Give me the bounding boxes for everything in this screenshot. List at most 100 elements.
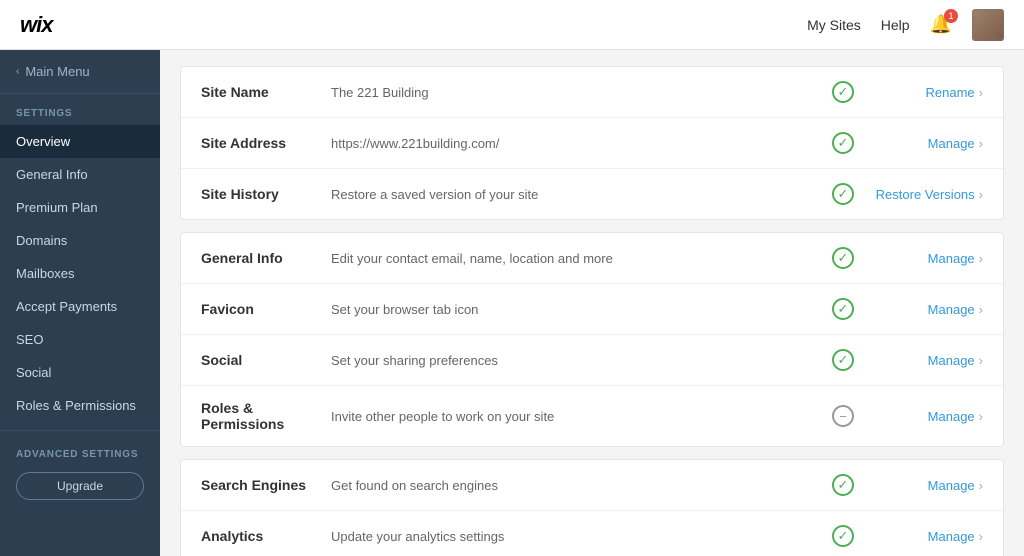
table-row: Site History Restore a saved version of … (181, 169, 1003, 219)
sidebar-item-premium-plan[interactable]: Premium Plan (0, 191, 160, 224)
row-desc: Edit your contact email, name, location … (331, 251, 823, 266)
my-sites-link[interactable]: My Sites (807, 17, 861, 33)
main-menu-item[interactable]: ‹ Main Menu (0, 50, 160, 94)
row-action: Manage › (863, 529, 983, 544)
status-icon: ✓ (823, 474, 863, 496)
row-desc: Invite other people to work on your site (331, 409, 823, 424)
row-desc: https://www.221building.com/ (331, 136, 823, 151)
check-icon: ✓ (832, 349, 854, 371)
table-row: Social Set your sharing preferences ✓ Ma… (181, 335, 1003, 386)
wix-logo: wix (20, 12, 52, 38)
nav-left: wix (20, 12, 52, 38)
row-action: Manage › (863, 251, 983, 266)
row-desc: Set your sharing preferences (331, 353, 823, 368)
row-title: Site Address (201, 135, 331, 151)
sidebar-item-seo[interactable]: SEO (0, 323, 160, 356)
chevron-right-icon: › (979, 85, 983, 100)
sidebar-item-domains[interactable]: Domains (0, 224, 160, 257)
row-desc: Update your analytics settings (331, 529, 823, 544)
status-icon: ✓ (823, 247, 863, 269)
row-title: Site History (201, 186, 331, 202)
chevron-right-icon: › (979, 251, 983, 266)
manage-link[interactable]: Manage (928, 409, 975, 424)
chevron-right-icon: › (979, 529, 983, 544)
row-desc: The 221 Building (331, 85, 823, 100)
status-icon: ✓ (823, 298, 863, 320)
sidebar-item-mailboxes[interactable]: Mailboxes (0, 257, 160, 290)
chevron-right-icon: › (979, 136, 983, 151)
row-desc: Set your browser tab icon (331, 302, 823, 317)
row-action: Manage › (863, 136, 983, 151)
manage-link[interactable]: Manage (928, 251, 975, 266)
notification-badge: 1 (944, 9, 958, 23)
row-title: Analytics (201, 528, 331, 544)
sidebar-item-general-info[interactable]: General Info (0, 158, 160, 191)
row-title: Favicon (201, 301, 331, 317)
row-title: Search Engines (201, 477, 331, 493)
table-row: Analytics Update your analytics settings… (181, 511, 1003, 556)
check-icon: ✓ (832, 298, 854, 320)
row-title: Social (201, 352, 331, 368)
row-action: Manage › (863, 478, 983, 493)
sidebar-item-social[interactable]: Social (0, 356, 160, 389)
card-general: General Info Edit your contact email, na… (180, 232, 1004, 447)
manage-link[interactable]: Manage (928, 529, 975, 544)
status-icon: ✓ (823, 132, 863, 154)
row-title: Roles & Permissions (201, 400, 331, 432)
row-title: General Info (201, 250, 331, 266)
top-nav: wix My Sites Help 🔔 1 (0, 0, 1024, 50)
notification-bell[interactable]: 🔔 1 (930, 14, 952, 35)
manage-link[interactable]: Manage (928, 478, 975, 493)
chevron-right-icon: › (979, 302, 983, 317)
chevron-right-icon: › (979, 353, 983, 368)
manage-link[interactable]: Manage (928, 353, 975, 368)
rename-link[interactable]: Rename (926, 85, 975, 100)
status-icon: ✓ (823, 525, 863, 547)
check-icon: ✓ (832, 525, 854, 547)
row-title: Site Name (201, 84, 331, 100)
status-icon: ✓ (823, 349, 863, 371)
manage-link[interactable]: Manage (928, 136, 975, 151)
minus-icon: − (832, 405, 854, 427)
chevron-right-icon: › (979, 478, 983, 493)
layout: ‹ Main Menu SETTINGS Overview General In… (0, 50, 1024, 556)
table-row: Roles & Permissions Invite other people … (181, 386, 1003, 446)
advanced-settings-label: ADVANCED SETTINGS (0, 439, 160, 466)
help-link[interactable]: Help (881, 17, 910, 33)
row-action: Restore Versions › (863, 187, 983, 202)
nav-right: My Sites Help 🔔 1 (807, 9, 1004, 41)
row-desc: Restore a saved version of your site (331, 187, 823, 202)
check-icon: ✓ (832, 247, 854, 269)
status-icon: ✓ (823, 81, 863, 103)
settings-section-label: SETTINGS (0, 94, 160, 125)
restore-versions-link[interactable]: Restore Versions (876, 187, 975, 202)
chevron-right-icon: › (979, 409, 983, 424)
sidebar: ‹ Main Menu SETTINGS Overview General In… (0, 50, 160, 556)
status-icon: ✓ (823, 183, 863, 205)
row-action: Manage › (863, 353, 983, 368)
row-action: Manage › (863, 302, 983, 317)
check-icon: ✓ (832, 183, 854, 205)
row-action: Manage › (863, 409, 983, 424)
table-row: Search Engines Get found on search engin… (181, 460, 1003, 511)
table-row: Site Address https://www.221building.com… (181, 118, 1003, 169)
sidebar-item-overview[interactable]: Overview (0, 125, 160, 158)
sidebar-item-accept-payments[interactable]: Accept Payments (0, 290, 160, 323)
row-desc: Get found on search engines (331, 478, 823, 493)
avatar[interactable] (972, 9, 1004, 41)
main-content: Site Name The 221 Building ✓ Rename › Si… (160, 50, 1024, 556)
chevron-right-icon: › (979, 187, 983, 202)
status-icon: − (823, 405, 863, 427)
upgrade-button[interactable]: Upgrade (16, 472, 144, 500)
chevron-left-icon: ‹ (16, 66, 19, 77)
manage-link[interactable]: Manage (928, 302, 975, 317)
sidebar-item-roles-permissions[interactable]: Roles & Permissions (0, 389, 160, 422)
check-icon: ✓ (832, 81, 854, 103)
table-row: Favicon Set your browser tab icon ✓ Mana… (181, 284, 1003, 335)
card-advanced: Search Engines Get found on search engin… (180, 459, 1004, 556)
sidebar-divider (0, 430, 160, 431)
table-row: Site Name The 221 Building ✓ Rename › (181, 67, 1003, 118)
main-menu-label: Main Menu (25, 64, 89, 79)
card-site-basics: Site Name The 221 Building ✓ Rename › Si… (180, 66, 1004, 220)
check-icon: ✓ (832, 132, 854, 154)
